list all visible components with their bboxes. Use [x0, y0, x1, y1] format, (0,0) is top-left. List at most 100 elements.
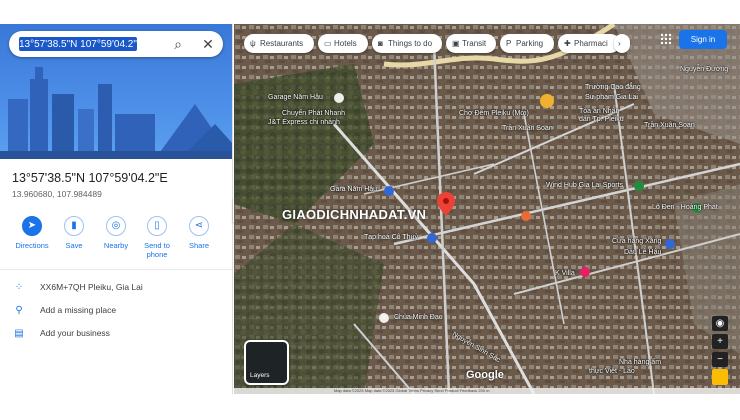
add-missing-place-text: Add a missing place: [40, 305, 117, 315]
zoom-out-button[interactable]: −: [712, 352, 728, 367]
sports-marker-icon[interactable]: [634, 181, 644, 191]
map-label[interactable]: Dầu Lê Hậu: [624, 249, 661, 256]
plus-code-text: XX6M+7QH Pleiku, Gia Lai: [40, 282, 143, 292]
chip-label: Restaurants: [260, 39, 304, 48]
save-label: Save: [65, 241, 83, 250]
send-to-phone-label: Send to phone: [144, 241, 170, 259]
send-to-phone-button[interactable]: ▯ Send to phone: [136, 216, 178, 259]
map-label[interactable]: Cửa hàng Xăng: [612, 238, 661, 245]
add-business-row[interactable]: ▤ Add your business: [0, 322, 232, 345]
map-label[interactable]: Trường Cao đẳng: [585, 84, 641, 91]
chip-label: Transit: [462, 39, 487, 48]
map-label[interactable]: Nhà hàng ẩm: [619, 359, 661, 366]
map-label[interactable]: thực Việt - Lào: [589, 368, 635, 375]
map-label[interactable]: J&T Express chi nhánh: [268, 119, 340, 126]
plus-code-icon: ⁘: [14, 282, 24, 293]
browser-top-strip: [0, 0, 740, 24]
map-label[interactable]: Lô Đen - Hoàng Phát: [652, 204, 718, 211]
layers-label: Layers: [250, 372, 270, 379]
share-icon: ⋖: [189, 216, 209, 236]
map-label[interactable]: K Villa: [555, 270, 575, 277]
map-label[interactable]: Chuyển Phát Nhanh: [282, 110, 345, 117]
business-icon: ▤: [14, 328, 24, 339]
map-label[interactable]: Tạp hoá Cô Thuỷ: [364, 234, 418, 241]
chips-next-button[interactable]: ›: [614, 34, 630, 53]
share-button[interactable]: ⋖ Share: [178, 216, 220, 250]
sign-in-button[interactable]: Sign in: [679, 30, 727, 49]
hero-image: ⌕ ✕: [0, 24, 232, 159]
place-title: 13°57'38.5"N 107°59'04.2"E: [12, 171, 168, 185]
camera-icon: ◙: [378, 39, 383, 48]
chip-pharmacies[interactable]: ✚ Pharmaci: [558, 34, 620, 53]
place-coords: 13.960680, 107.984489: [12, 189, 102, 199]
chip-label: Parking: [516, 39, 544, 48]
phone-icon: ▯: [147, 216, 167, 236]
layers-button[interactable]: Layers: [244, 340, 289, 385]
apps-grid-icon[interactable]: [660, 33, 672, 45]
place-info: 13°57'38.5"N 107°59'04.2"E 13.960680, 10…: [0, 159, 232, 199]
nearby-button[interactable]: ◎ Nearby: [95, 216, 137, 250]
my-location-icon[interactable]: ◉: [712, 316, 728, 331]
chip-hotels[interactable]: ▭ Hotels: [318, 34, 368, 53]
map-label[interactable]: Chùa Minh Đạo: [394, 314, 443, 321]
skyline-illustration: [0, 67, 232, 159]
pharmacy-icon: ✚: [564, 39, 571, 48]
bookmark-icon: ▮: [64, 216, 84, 236]
satellite-map[interactable]: GIAODICHNHADAT.VN Garage Năm Hậu Chuyển …: [234, 24, 740, 394]
add-place-icon: ⚲: [15, 305, 23, 316]
google-logo: Google: [466, 369, 504, 381]
map-label[interactable]: Trần Xuân Soạn: [644, 122, 695, 129]
gas-station-marker-icon[interactable]: [665, 239, 675, 249]
chip-transit[interactable]: ▣ Transit: [446, 34, 496, 53]
page-bottom-strip: [0, 394, 740, 420]
close-icon[interactable]: ✕: [199, 35, 217, 53]
garage-marker-icon[interactable]: [334, 93, 344, 103]
share-label: Share: [188, 241, 209, 250]
map-label[interactable]: Garage Năm Hậu: [268, 94, 323, 101]
add-business-text: Add your business: [40, 328, 110, 338]
school-marker-icon[interactable]: [540, 94, 554, 108]
action-bar: ➤ Directions ▮ Save ◎ Nearby ▯ Send to p…: [0, 210, 232, 270]
zoom-in-button[interactable]: +: [712, 334, 728, 349]
map-label[interactable]: Wind Hub Gia Lai Sports: [546, 182, 623, 189]
map-label[interactable]: Chợ Đêm Pleiku (Mới): [459, 110, 529, 117]
map-label[interactable]: dân Tp. Pleiku: [579, 116, 624, 123]
add-missing-place-row[interactable]: ⚲ Add a missing place: [0, 299, 232, 322]
restaurant-marker-icon[interactable]: [521, 211, 531, 221]
map-label[interactable]: Nguyễn Đường: [680, 66, 728, 73]
map-label[interactable]: Gara Năm Hậu: [330, 186, 377, 193]
directions-label: Directions: [15, 241, 49, 250]
temple-marker-icon[interactable]: [379, 313, 389, 323]
chip-things-to-do[interactable]: ◙ Things to do: [372, 34, 442, 53]
watermark-text: GIAODICHNHADAT.VN: [282, 207, 427, 222]
chip-label: Hotels: [334, 39, 357, 48]
chevron-right-icon: ›: [618, 39, 621, 48]
map-label[interactable]: Tòa án Nhân: [579, 108, 619, 115]
save-button[interactable]: ▮ Save: [53, 216, 95, 250]
parking-marker-icon[interactable]: [384, 186, 394, 196]
directions-button[interactable]: ➤ Directions: [11, 216, 53, 250]
search-input[interactable]: [19, 36, 169, 52]
plus-code-row[interactable]: ⁘ XX6M+7QH Pleiku, Gia Lai: [0, 276, 232, 299]
detail-rows: ⁘ XX6M+7QH Pleiku, Gia Lai ⚲ Add a missi…: [0, 276, 232, 345]
map-label[interactable]: Trần Xuân Soạn: [502, 125, 553, 132]
map-label[interactable]: Sư phạm Gia Lai: [585, 94, 638, 101]
hotel-icon: ▭: [324, 39, 332, 48]
nearby-icon: ◎: [106, 216, 126, 236]
parking-icon: P: [506, 39, 512, 48]
chip-parking[interactable]: P Parking: [500, 34, 554, 53]
chip-label: Things to do: [388, 39, 433, 48]
map-controls: ◉ + −: [712, 316, 728, 370]
restaurant-icon: ψ: [250, 39, 256, 48]
search-icon[interactable]: ⌕: [169, 35, 187, 53]
chip-restaurants[interactable]: ψ Restaurants: [244, 34, 314, 53]
pegman-icon[interactable]: [712, 369, 728, 385]
side-panel: ⌕ ✕ 13°57'38.5"N 107°59'04.2"E 13.960680…: [0, 24, 233, 394]
chip-label: Pharmaci: [574, 39, 608, 48]
shop-marker-icon[interactable]: [427, 233, 437, 243]
nearby-label: Nearby: [103, 241, 129, 250]
transit-icon: ▣: [452, 39, 460, 48]
villa-marker-icon[interactable]: [580, 267, 590, 277]
directions-icon: ➤: [22, 216, 42, 236]
search-box[interactable]: ⌕ ✕: [9, 31, 223, 57]
